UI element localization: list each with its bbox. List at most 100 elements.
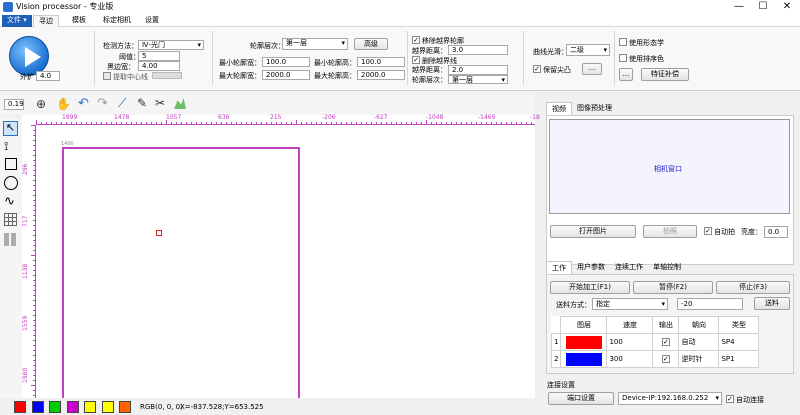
- close-button[interactable]: ✕: [776, 0, 798, 14]
- node-edit-icon[interactable]: ⟟: [4, 139, 8, 154]
- file-menu-label: 文件: [7, 16, 21, 24]
- output-checkbox[interactable]: ✓: [661, 338, 670, 346]
- play-button[interactable]: [9, 36, 49, 76]
- threshold-input[interactable]: 5: [138, 51, 180, 61]
- tab-image-preprocess[interactable]: 图像预处理: [572, 102, 617, 115]
- capture-button[interactable]: 拍照: [643, 225, 697, 238]
- use-sort-checkbox[interactable]: [619, 54, 627, 62]
- palette-color-swatch[interactable]: [14, 401, 26, 413]
- curve-tool-icon[interactable]: ∿: [4, 194, 15, 209]
- tab-user-params[interactable]: 用户参数: [572, 261, 610, 274]
- tab-template[interactable]: 模板: [67, 15, 91, 27]
- curve-smooth-select[interactable]: 二级: [566, 44, 610, 56]
- use-morph-checkbox[interactable]: [619, 38, 627, 46]
- undo-icon[interactable]: ↶: [78, 96, 89, 111]
- feed-mode-select[interactable]: 指定: [592, 298, 668, 310]
- auto-connect-checkbox[interactable]: ✓: [726, 395, 734, 403]
- zoom-input[interactable]: 0.19: [4, 99, 24, 110]
- histogram-icon[interactable]: [174, 98, 186, 109]
- keep-sharp-checkbox[interactable]: ✓: [533, 65, 541, 73]
- redo-icon[interactable]: ↷: [97, 96, 108, 111]
- layer-color-swatch[interactable]: [565, 352, 602, 366]
- speed-cell[interactable]: 300: [606, 350, 654, 368]
- measure-ruler-icon[interactable]: ⟋: [118, 96, 126, 111]
- table-row[interactable]: 1 100 ✓ 自动 SP4: [551, 333, 760, 351]
- menu-bar: 文件 ▾ 寻边 模板 标定相机 设置: [0, 14, 800, 27]
- output-cell[interactable]: ✓: [652, 350, 680, 368]
- palette-color-swatch[interactable]: [66, 401, 79, 413]
- auto-capture-checkbox[interactable]: ✓: [704, 227, 712, 235]
- scissors-icon[interactable]: ✂: [155, 96, 165, 110]
- contour-level2-select[interactable]: 第一层: [448, 75, 508, 84]
- feature-compensation-button[interactable]: 特征补偿: [641, 68, 689, 81]
- palette-color-swatch[interactable]: [84, 401, 96, 413]
- tab-video[interactable]: 视频: [546, 102, 572, 115]
- min-contour-width-input[interactable]: 100.0: [262, 57, 310, 67]
- palette-color-swatch[interactable]: [119, 401, 131, 413]
- direction-cell[interactable]: 自动: [678, 333, 720, 351]
- advanced-button[interactable]: 高级: [354, 38, 388, 50]
- ellipse-tool-icon[interactable]: [4, 176, 18, 190]
- palette-color-swatch[interactable]: [49, 401, 61, 413]
- remove-boundary-checkbox[interactable]: ✓: [412, 36, 420, 44]
- device-select[interactable]: Device-IP:192.168.0.252: [618, 392, 722, 405]
- ext-input[interactable]: 4.0: [36, 71, 60, 81]
- morph-more-button[interactable]: ...: [619, 68, 633, 81]
- boundary-distance-input[interactable]: 3.0: [448, 45, 508, 55]
- center-slider[interactable]: [152, 72, 182, 79]
- rectangle-tool-icon[interactable]: [5, 158, 17, 170]
- extract-center-checkbox[interactable]: [103, 72, 111, 80]
- pan-hand-icon[interactable]: ✋: [56, 97, 71, 111]
- black-edge-input[interactable]: 4.00: [138, 61, 180, 71]
- color-picker-icon[interactable]: ✎: [137, 96, 147, 110]
- app-icon: [3, 2, 13, 12]
- tab-continuous-work[interactable]: 连续工作: [610, 261, 648, 274]
- speed-cell[interactable]: 100: [606, 333, 654, 351]
- type-cell[interactable]: SP1: [718, 350, 760, 368]
- tab-calibrate-camera[interactable]: 标定相机: [98, 15, 136, 27]
- zoom-icon[interactable]: ⊕: [36, 97, 46, 111]
- array-tool-icon[interactable]: [4, 233, 17, 246]
- palette-color-swatch[interactable]: [31, 401, 44, 413]
- vertical-ruler: 296 717 1138 1559 1980: [22, 125, 36, 398]
- max-contour-height-input[interactable]: 2000.0: [357, 70, 405, 80]
- table-row[interactable]: 2 300 ✓ 逆时针 SP1: [551, 350, 760, 368]
- tab-edge-find[interactable]: 寻边: [33, 15, 59, 27]
- remove-boundary-line-checkbox[interactable]: ✓: [412, 56, 420, 64]
- output-checkbox[interactable]: ✓: [661, 355, 670, 363]
- stop-button[interactable]: 停止(F3): [716, 281, 790, 294]
- open-image-button[interactable]: 打开图片: [550, 225, 636, 238]
- grid-tool-icon[interactable]: [4, 213, 17, 226]
- ruler-tick-label: 717: [22, 215, 29, 227]
- camera-window[interactable]: 相机窗口: [549, 119, 790, 214]
- layer-color-cell[interactable]: [560, 350, 608, 368]
- select-arrow-icon[interactable]: ↖: [3, 121, 18, 136]
- direction-cell[interactable]: 逆时针: [678, 350, 720, 368]
- max-contour-width-input[interactable]: 2000.0: [262, 70, 310, 80]
- tab-single-axis[interactable]: 单轴控制: [648, 261, 686, 274]
- minimize-button[interactable]: —: [728, 0, 750, 14]
- pause-button[interactable]: 暂停(F2): [633, 281, 713, 294]
- layer-color-cell[interactable]: [560, 333, 608, 351]
- smooth-more-button[interactable]: ...: [582, 63, 602, 75]
- layer-color-swatch[interactable]: [565, 335, 602, 349]
- brightness-input[interactable]: 0.0: [764, 226, 788, 238]
- contour-level-select[interactable]: 第一层: [282, 38, 348, 50]
- feed-button[interactable]: 送料: [754, 297, 790, 310]
- start-button[interactable]: 开始加工(F1): [550, 281, 630, 294]
- type-cell[interactable]: SP4: [718, 333, 760, 351]
- drawing-canvas[interactable]: 1400: [36, 125, 535, 398]
- ruler-tick-label: 215: [270, 114, 282, 121]
- min-contour-height-input[interactable]: 100.0: [357, 57, 405, 67]
- tab-settings[interactable]: 设置: [140, 15, 164, 27]
- output-cell[interactable]: ✓: [652, 333, 680, 351]
- work-area-boundary: [62, 147, 300, 398]
- maximize-button[interactable]: ☐: [752, 0, 774, 14]
- file-menu[interactable]: 文件 ▾: [2, 15, 32, 27]
- boundary-distance2-input[interactable]: 2.0: [448, 65, 508, 75]
- feed-amount-input[interactable]: -20: [677, 298, 743, 310]
- detect-method-select[interactable]: Ⅳ-光门: [138, 40, 204, 50]
- port-settings-button[interactable]: 端口设置: [548, 392, 614, 405]
- palette-color-swatch[interactable]: [101, 401, 114, 413]
- tab-work[interactable]: 工作: [546, 261, 572, 274]
